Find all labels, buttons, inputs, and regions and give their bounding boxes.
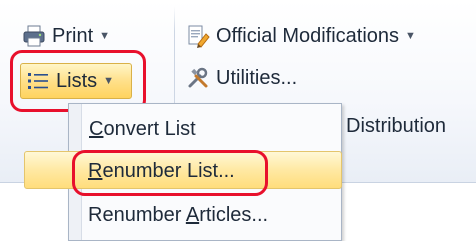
printer-icon [22,24,46,48]
chevron-down-icon: ▼ [405,30,416,42]
document-edit-icon [186,24,210,48]
menu-item-suffix: enumber List... [102,160,235,182]
menu-item-convert-list[interactable]: Convert List [89,118,196,141]
menu-item-prefix: Renumber [88,204,186,226]
lists-button-label: Lists [56,69,98,92]
print-button[interactable]: Print ▼ [22,18,110,54]
menu-item-renumber-list[interactable]: Renumber List... [88,160,235,183]
menu-item-renumber-articles[interactable]: Renumber Articles... [88,204,268,227]
list-icon [26,69,50,93]
official-modifications-label: Official Modifications [216,24,400,47]
utilities-button[interactable]: Utilities... [186,60,297,96]
chevron-down-icon: ▼ [99,30,111,42]
print-button-label: Print [52,24,94,47]
tools-icon [186,66,210,90]
official-modifications-button[interactable]: Official Modifications ▼ [186,18,416,54]
distribution-label[interactable]: Distribution [346,108,446,144]
utilities-label: Utilities... [216,66,298,89]
menu-item-accelerator: A [185,204,200,226]
menu-item-suffix: onvert List [103,118,196,140]
menu-item-suffix: rticles... [199,204,269,226]
menu-item-accelerator: C [89,118,104,140]
chevron-down-icon: ▼ [103,75,115,87]
menu-item-accelerator: R [88,160,103,182]
lists-button[interactable]: Lists ▼ [20,63,132,99]
